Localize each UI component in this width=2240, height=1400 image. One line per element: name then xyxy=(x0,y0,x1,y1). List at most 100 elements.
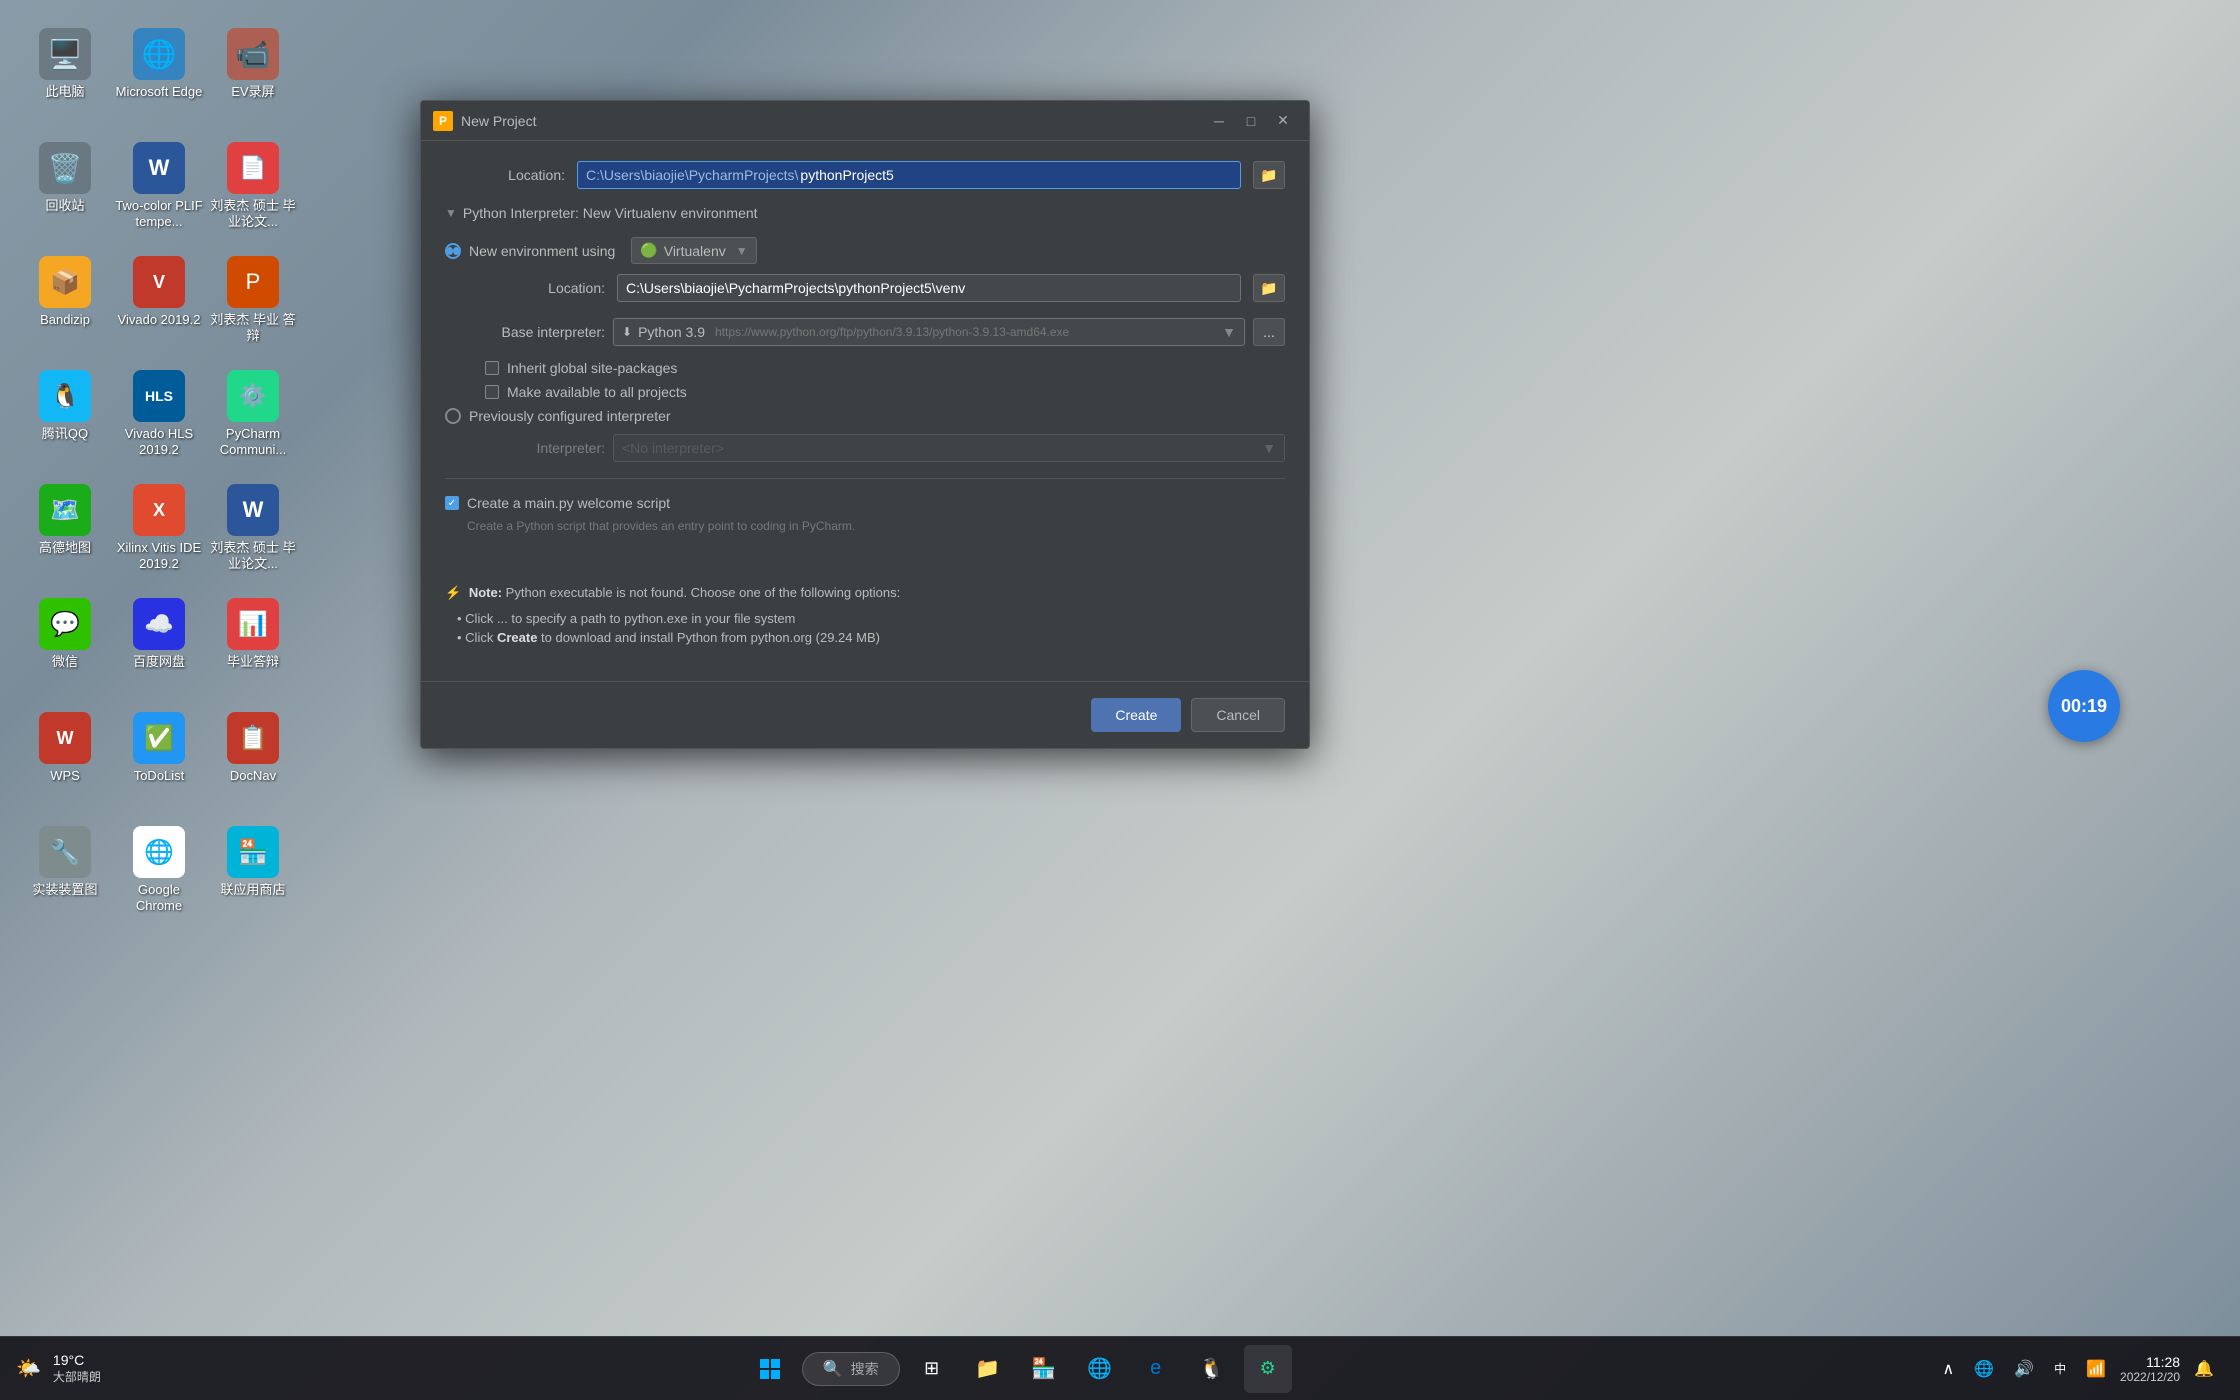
make-available-checkbox[interactable] xyxy=(485,385,499,399)
dialog-body: Location: C:\Users\biaojie\PycharmProjec… xyxy=(421,141,1309,681)
taskbar-left: 🌤️ 19°C 大部晴朗 xyxy=(0,1352,101,1385)
inherit-packages-checkbox[interactable] xyxy=(485,361,499,375)
prev-configured-label: Previously configured interpreter xyxy=(469,408,671,424)
location-browse-button[interactable]: 📁 xyxy=(1253,161,1285,189)
inherit-packages-checkbox-row[interactable]: Inherit global site-packages xyxy=(485,360,1285,376)
base-interpreter-dropdown-arrow: ▼ xyxy=(1222,324,1236,340)
notification-icon[interactable]: 🔔 xyxy=(2188,1355,2220,1383)
taskbar-edge-icon: 🌐 xyxy=(1087,1356,1112,1381)
cancel-button[interactable]: Cancel xyxy=(1191,698,1285,732)
taskbar-weather[interactable]: 🌤️ xyxy=(16,1356,41,1381)
taskbar-qq-icon: 🐧 xyxy=(1199,1356,1224,1381)
dialog-footer: Create Cancel xyxy=(421,681,1309,748)
new-environment-radio-circle xyxy=(445,243,461,259)
tray-volume-icon[interactable]: 🔊 xyxy=(2008,1355,2040,1383)
interpreter-section-header[interactable]: ▼ Python Interpreter: New Virtualenv env… xyxy=(445,205,1285,221)
taskbar-ie-button[interactable]: e xyxy=(1132,1345,1180,1393)
task-view-icon: ⊞ xyxy=(924,1358,939,1379)
interpreter-field-label: Interpreter: xyxy=(485,440,605,456)
taskbar-appstore-button[interactable]: 🏪 xyxy=(1020,1345,1068,1393)
dialog-overlay: P New Project ─ □ ✕ Location: C:\Users\b… xyxy=(0,0,2240,1400)
create-button[interactable]: Create xyxy=(1091,698,1181,732)
bullet-2: • Click Create to download and install P… xyxy=(445,630,1285,645)
file-explorer-button[interactable]: 📁 xyxy=(964,1345,1012,1393)
dialog-title: New Project xyxy=(461,113,536,129)
new-env-settings: Location: C:\Users\biaojie\PycharmProjec… xyxy=(445,274,1285,400)
venv-location-label: Location: xyxy=(485,280,605,296)
virtualenv-dropdown-arrow: ▼ xyxy=(736,244,748,258)
make-available-checkbox-row[interactable]: Make available to all projects xyxy=(485,384,1285,400)
tray-expand-icon[interactable]: ∧ xyxy=(1937,1355,1961,1383)
prev-configured-radio[interactable]: Previously configured interpreter xyxy=(445,408,1285,424)
virtualenv-dropdown[interactable]: 🟢 Virtualenv ▼ xyxy=(631,237,756,264)
taskbar-weather-text: 19°C 大部晴朗 xyxy=(53,1352,101,1385)
python-download-icon: ⬇ xyxy=(622,325,632,339)
minimize-button[interactable]: ─ xyxy=(1205,109,1233,133)
bullet-1: • Click ... to specify a path to python.… xyxy=(445,611,1285,626)
prev-interpreter-row: Interpreter: <No interpreter> ▼ xyxy=(445,434,1285,462)
create-script-checkbox-row[interactable]: ✓ Create a main.py welcome script xyxy=(445,495,1285,511)
taskbar-clock[interactable]: 11:28 2022/12/20 xyxy=(2120,1354,2180,1384)
taskbar-pycharm-button[interactable]: ⚙ xyxy=(1244,1345,1292,1393)
note-section: ⚡ Note: Python executable is not found. … xyxy=(445,573,1285,661)
tray-network-icon[interactable]: 🌐 xyxy=(1968,1355,2000,1383)
pycharm-dialog-icon: P xyxy=(433,111,453,131)
base-interpreter-browse-button[interactable]: ... xyxy=(1253,318,1285,346)
no-interpreter-value: <No interpreter> xyxy=(622,440,724,456)
search-text: 搜索 xyxy=(851,1359,879,1379)
interpreter-field-row: Interpreter: <No interpreter> ▼ xyxy=(485,434,1285,462)
taskbar-qq-button[interactable]: 🐧 xyxy=(1188,1345,1236,1393)
start-button[interactable] xyxy=(746,1345,794,1393)
section-separator xyxy=(445,478,1285,479)
location-label: Location: xyxy=(445,167,565,183)
taskbar: 🌤️ 19°C 大部晴朗 🔍 搜索 ⊞ 📁 xyxy=(0,1336,2240,1400)
task-view-button[interactable]: ⊞ xyxy=(908,1345,956,1393)
base-interpreter-select[interactable]: ⬇ Python 3.9 https://www.python.org/ftp/… xyxy=(613,318,1245,346)
lightning-icon: ⚡ xyxy=(445,585,461,600)
note-text: ⚡ Note: Python executable is not found. … xyxy=(445,585,1285,601)
create-script-checkbox[interactable]: ✓ xyxy=(445,496,459,510)
clock-date: 2022/12/20 xyxy=(2120,1370,2180,1384)
dialog-titlebar: P New Project ─ □ ✕ xyxy=(421,101,1309,141)
venv-location-input[interactable]: C:\Users\biaojie\PycharmProjects\pythonP… xyxy=(617,274,1241,302)
timer-badge: 00:19 xyxy=(2048,670,2120,742)
make-available-label: Make available to all projects xyxy=(507,384,687,400)
venv-location-browse-button[interactable]: 📁 xyxy=(1253,274,1285,302)
new-project-dialog: P New Project ─ □ ✕ Location: C:\Users\b… xyxy=(420,100,1310,749)
virtualenv-label: Virtualenv xyxy=(664,243,726,259)
taskbar-center: 🔍 搜索 ⊞ 📁 🏪 🌐 e 🐧 ⚙ xyxy=(101,1345,1937,1393)
maximize-button[interactable]: □ xyxy=(1237,109,1265,133)
dialog-title-left: P New Project xyxy=(433,111,536,131)
close-button[interactable]: ✕ xyxy=(1269,109,1297,133)
create-script-note: Create a Python script that provides an … xyxy=(445,519,1285,533)
inherit-packages-label: Inherit global site-packages xyxy=(507,360,677,376)
dialog-controls: ─ □ ✕ xyxy=(1205,109,1297,133)
virtualenv-icon: 🟢 xyxy=(640,242,657,259)
weather-temp: 19°C xyxy=(53,1352,84,1368)
interpreter-section-title: Python Interpreter: New Virtualenv envir… xyxy=(463,205,758,221)
note-body-text: Python executable is not found. Choose o… xyxy=(506,585,901,600)
new-environment-label: New environment using xyxy=(469,243,615,259)
venv-location-row: Location: C:\Users\biaojie\PycharmProjec… xyxy=(485,274,1285,302)
taskbar-ie-icon: e xyxy=(1150,1357,1161,1380)
tray-lang-icon[interactable]: 中 xyxy=(2048,1356,2072,1381)
base-interpreter-url: https://www.python.org/ftp/python/3.9.13… xyxy=(715,325,1069,339)
base-interpreter-row: Base interpreter: ⬇ Python 3.9 https://w… xyxy=(485,318,1285,346)
interpreter-field-select[interactable]: <No interpreter> ▼ xyxy=(613,434,1285,462)
tray-wifi-icon[interactable]: 📶 xyxy=(2080,1355,2112,1383)
new-environment-radio[interactable]: New environment using 🟢 Virtualenv ▼ xyxy=(445,237,1285,264)
file-explorer-icon: 📁 xyxy=(975,1356,1000,1381)
taskbar-appstore-icon: 🏪 xyxy=(1031,1356,1056,1381)
base-interpreter-label: Base interpreter: xyxy=(485,324,605,340)
prev-configured-radio-circle xyxy=(445,408,461,424)
taskbar-edge-button[interactable]: 🌐 xyxy=(1076,1345,1124,1393)
interpreter-dropdown-arrow: ▼ xyxy=(1262,440,1276,456)
taskbar-system-tray: ∧ 🌐 🔊 中 📶 11:28 2022/12/20 🔔 xyxy=(1937,1354,2240,1384)
timer-display: 00:19 xyxy=(2061,696,2107,717)
create-script-label: Create a main.py welcome script xyxy=(467,495,670,511)
taskbar-pycharm-icon: ⚙ xyxy=(1260,1358,1276,1379)
location-input[interactable]: C:\Users\biaojie\PycharmProjects\pythonP… xyxy=(577,161,1241,189)
weather-desc: 大部晴朗 xyxy=(53,1368,101,1385)
search-icon: 🔍 xyxy=(823,1359,843,1379)
taskbar-search[interactable]: 🔍 搜索 xyxy=(802,1352,900,1386)
